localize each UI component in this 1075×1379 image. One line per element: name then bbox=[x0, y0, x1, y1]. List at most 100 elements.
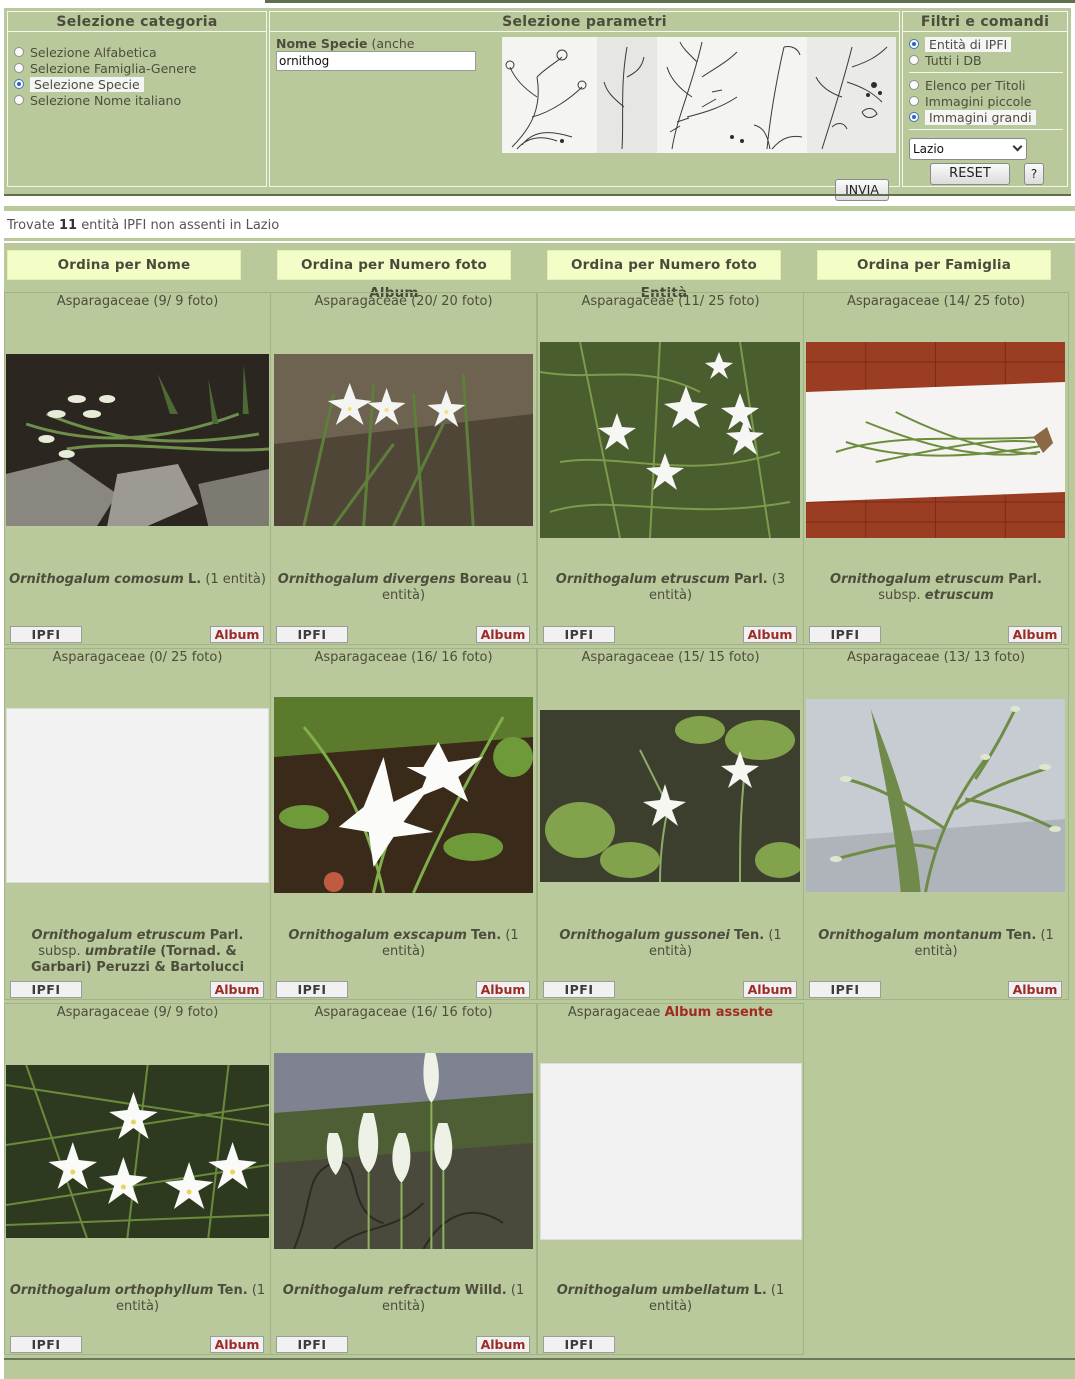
ipfi-button[interactable]: IPFI bbox=[10, 981, 82, 998]
album-button[interactable]: Album bbox=[743, 981, 797, 998]
species-name[interactable]: Ornithogalum refractum Willd. (1 entità) bbox=[272, 1283, 535, 1315]
album-button[interactable]: Album bbox=[210, 1336, 264, 1353]
species-card: Asparagaceae (11/ 25 foto) Ornithogalum … bbox=[537, 292, 804, 645]
radio-label: Selezione Specie bbox=[30, 76, 144, 92]
species-photo[interactable] bbox=[540, 342, 800, 538]
photo-placeholder bbox=[6, 708, 269, 883]
album-button[interactable]: Album bbox=[743, 626, 797, 643]
chevron-down-icon bbox=[1012, 141, 1023, 152]
species-photo[interactable] bbox=[6, 354, 269, 526]
radio-button[interactable] bbox=[909, 39, 919, 49]
radio-button[interactable] bbox=[14, 79, 24, 89]
species-photo[interactable] bbox=[540, 710, 800, 882]
radio-button[interactable] bbox=[14, 47, 24, 57]
radio-label: Immagini grandi bbox=[925, 109, 1036, 125]
album-button[interactable]: Album bbox=[1008, 626, 1062, 643]
radio-label: Immagini piccole bbox=[925, 93, 1032, 109]
species-photo[interactable] bbox=[806, 699, 1065, 892]
species-name[interactable]: Ornithogalum umbellatum L. (1 entità) bbox=[539, 1283, 802, 1315]
album-button[interactable]: Album bbox=[476, 981, 530, 998]
photo-placeholder bbox=[540, 1063, 802, 1240]
radio-label: Selezione Famiglia-Genere bbox=[30, 60, 197, 76]
radio-label: Selezione Alfabetica bbox=[30, 44, 157, 60]
radio-alphabetic[interactable]: Selezione Alfabetica bbox=[14, 44, 266, 60]
reset-button[interactable]: RESET bbox=[930, 163, 1010, 185]
parameters-panel-title: Selezione parametri bbox=[270, 12, 899, 32]
species-name[interactable]: Ornithogalum etruscum Parl. subsp. umbrat… bbox=[6, 928, 269, 976]
category-panel: Selezione categoria Selezione Alfabetica… bbox=[7, 11, 267, 187]
radio-label: Tutti i DB bbox=[925, 52, 982, 68]
result-strip-top bbox=[4, 206, 1075, 211]
filters-panel: Filtri e comandi Entità di IPFI Tutti i … bbox=[902, 11, 1068, 187]
submit-button[interactable]: INVIA bbox=[835, 179, 889, 201]
ipfi-button[interactable]: IPFI bbox=[10, 1336, 82, 1353]
ipfi-button[interactable]: IPFI bbox=[543, 1336, 615, 1353]
drawings-illustration bbox=[502, 37, 896, 153]
card-family: Asparagaceae (9/ 9 foto) bbox=[56, 1005, 219, 1020]
album-button[interactable]: Album bbox=[476, 1336, 530, 1353]
filters-panel-title: Filtri e comandi bbox=[903, 12, 1067, 32]
species-card: Asparagaceae Album assente Ornithogalum … bbox=[537, 1003, 804, 1355]
album-button[interactable]: Album bbox=[210, 626, 264, 643]
album-button[interactable]: Album bbox=[1008, 981, 1062, 998]
species-name[interactable]: Ornithogalum montanum Ten. (1 entità) bbox=[805, 928, 1067, 960]
radio-button[interactable] bbox=[14, 63, 24, 73]
species-card: Asparagaceae (9/ 9 foto) Ornithogalum co… bbox=[4, 292, 271, 645]
ipfi-button[interactable]: IPFI bbox=[276, 981, 348, 998]
card-family: Asparagaceae (20/ 20 foto) bbox=[314, 294, 493, 309]
radio-button[interactable] bbox=[909, 55, 919, 65]
species-photo[interactable] bbox=[274, 354, 533, 526]
photo-montanum bbox=[806, 699, 1065, 892]
photo-exscapum bbox=[274, 697, 533, 893]
botanical-drawings-banner bbox=[502, 37, 896, 153]
radio-title-list[interactable]: Elenco per Titoli bbox=[909, 77, 1067, 93]
radio-family-genus[interactable]: Selezione Famiglia-Genere bbox=[14, 60, 266, 76]
species-search-input[interactable] bbox=[276, 51, 476, 71]
species-card: Asparagaceae (16/ 16 foto) Ornithogalum … bbox=[270, 1003, 537, 1355]
radio-all-db[interactable]: Tutti i DB bbox=[909, 52, 1067, 68]
radio-italian-name[interactable]: Selezione Nome italiano bbox=[14, 92, 266, 108]
radio-button[interactable] bbox=[909, 80, 919, 90]
divider bbox=[909, 72, 1063, 73]
sort-by-entity-photos-button[interactable]: Ordina per Numero foto Entità bbox=[547, 250, 781, 301]
ipfi-button[interactable]: IPFI bbox=[543, 981, 615, 998]
photo-refractum bbox=[274, 1053, 533, 1249]
ipfi-button[interactable]: IPFI bbox=[276, 1336, 348, 1353]
ipfi-button[interactable]: IPFI bbox=[10, 626, 82, 643]
album-button[interactable]: Album bbox=[210, 981, 264, 998]
sort-by-album-photos-button[interactable]: Ordina per Numero foto Album bbox=[277, 250, 511, 301]
ipfi-button[interactable]: IPFI bbox=[809, 626, 881, 643]
card-family: Asparagaceae (13/ 13 foto) bbox=[846, 650, 1026, 665]
species-name[interactable]: Ornithogalum divergens Boreau (1 entità) bbox=[272, 572, 535, 604]
species-name[interactable]: Ornithogalum etruscum Parl. subsp. etrusc… bbox=[805, 572, 1067, 604]
result-strip-bottom bbox=[4, 238, 1075, 241]
radio-small-images[interactable]: Immagini piccole bbox=[909, 93, 1067, 109]
radio-ipfi-entities[interactable]: Entità di IPFI bbox=[909, 36, 1067, 52]
radio-button[interactable] bbox=[909, 112, 919, 122]
species-name[interactable]: Ornithogalum exscapum Ten. (1 entità) bbox=[272, 928, 535, 960]
species-name[interactable]: Ornithogalum orthophyllum Ten. (1 entità… bbox=[6, 1283, 269, 1315]
ipfi-button[interactable]: IPFI bbox=[809, 981, 881, 998]
ipfi-button[interactable]: IPFI bbox=[276, 626, 348, 643]
ipfi-button[interactable]: IPFI bbox=[543, 626, 615, 643]
radio-label: Elenco per Titoli bbox=[925, 77, 1026, 93]
radio-large-images[interactable]: Immagini grandi bbox=[909, 109, 1067, 125]
species-name[interactable]: Ornithogalum gussonei Ten. (1 entità) bbox=[539, 928, 802, 960]
species-photo[interactable] bbox=[274, 697, 533, 893]
radio-species[interactable]: Selezione Specie bbox=[14, 76, 266, 92]
card-family: Asparagaceae (15/ 15 foto) bbox=[581, 650, 760, 665]
album-button[interactable]: Album bbox=[476, 626, 530, 643]
radio-button[interactable] bbox=[909, 96, 919, 106]
species-name[interactable]: Ornithogalum etruscum Parl. (3 entità) bbox=[539, 572, 802, 604]
region-select[interactable]: Lazio bbox=[909, 138, 1027, 160]
help-button[interactable]: ? bbox=[1024, 163, 1044, 185]
card-family: Asparagaceae (9/ 9 foto) bbox=[56, 294, 219, 309]
species-photo[interactable] bbox=[6, 1065, 269, 1238]
sort-by-name-button[interactable]: Ordina per Nome bbox=[7, 250, 241, 280]
species-photo[interactable] bbox=[806, 342, 1065, 538]
species-photo[interactable] bbox=[274, 1053, 533, 1249]
radio-button[interactable] bbox=[14, 95, 24, 105]
photo-etruscum bbox=[540, 342, 800, 538]
species-name[interactable]: Ornithogalum comosum L. (1 entità) bbox=[6, 572, 269, 588]
sort-by-family-button[interactable]: Ordina per Famiglia bbox=[817, 250, 1051, 280]
